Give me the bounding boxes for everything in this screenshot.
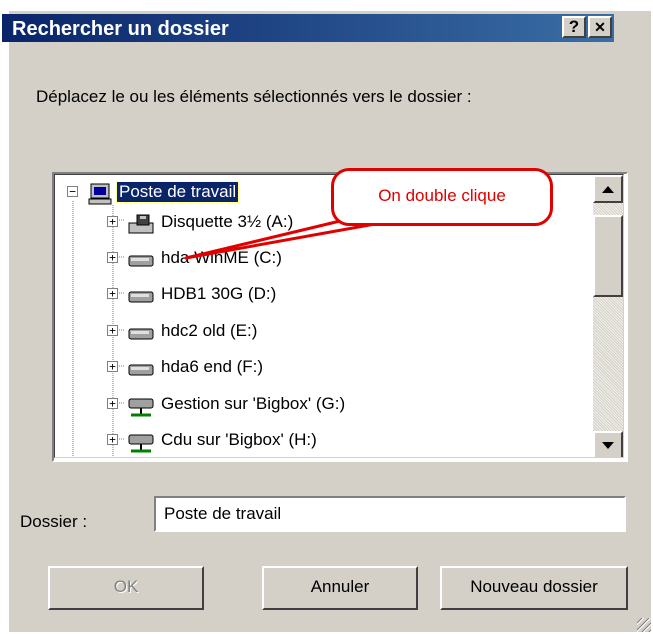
hard-drive-icon (128, 364, 154, 376)
tree-item-label: Poste de travail (115, 181, 240, 203)
expand-icon[interactable]: + (107, 434, 118, 445)
expand-icon[interactable]: + (107, 252, 118, 263)
computer-icon (88, 183, 112, 205)
resize-grip-icon[interactable] (637, 618, 651, 632)
callout-text: On double clique (378, 186, 506, 205)
network-drive-icon (128, 398, 154, 417)
expand-icon[interactable]: + (107, 361, 118, 372)
hard-drive-icon (128, 255, 154, 267)
tree-item[interactable]: + hda6 end (F:) (55, 356, 595, 382)
folder-input[interactable] (154, 496, 626, 532)
tree-item-label: HDB1 30G (D:) (161, 284, 277, 303)
scroll-thumb[interactable] (593, 215, 623, 297)
callout-annotation: On double clique (331, 168, 553, 226)
tree-item[interactable]: + Gestion sur 'Bigbox' (G:) (55, 393, 595, 419)
tree-item-label: hdc2 old (E:) (161, 321, 258, 340)
collapse-icon[interactable]: − (67, 186, 78, 197)
tree-item-label: Cdu sur 'Bigbox' (H:) (161, 430, 317, 449)
hard-drive-icon (128, 328, 154, 340)
hard-drive-icon (128, 291, 154, 303)
tree-item-root[interactable]: − Poste de travail (55, 181, 355, 207)
network-drive-icon (128, 434, 154, 453)
scroll-up-button[interactable] (593, 175, 623, 203)
vertical-scrollbar[interactable] (593, 175, 623, 457)
new-folder-button[interactable]: Nouveau dossier (440, 566, 628, 610)
close-button[interactable]: ✕ (588, 16, 612, 38)
tree-item[interactable]: + hdc2 old (E:) (55, 320, 595, 346)
tree-item-label: Gestion sur 'Bigbox' (G:) (161, 394, 346, 413)
ok-button[interactable]: OK (48, 566, 204, 610)
arrow-up-icon (602, 186, 614, 193)
expand-icon[interactable]: + (107, 288, 118, 299)
folder-label: Dossier : (20, 512, 88, 531)
tree-item[interactable]: + HDB1 30G (D:) (55, 283, 595, 309)
help-button[interactable]: ? (562, 16, 586, 38)
scroll-down-button[interactable] (593, 431, 623, 457)
tree-item[interactable]: + Cdu sur 'Bigbox' (H:) (55, 429, 595, 455)
cancel-button[interactable]: Annuler (262, 566, 418, 610)
floppy-drive-icon (128, 214, 154, 234)
expand-icon[interactable]: + (107, 216, 118, 227)
new-folder-label: Nouveau dossier (470, 577, 598, 596)
tree-item-label: hda6 end (F:) (161, 357, 264, 376)
arrow-down-icon (602, 442, 614, 449)
expand-icon[interactable]: + (107, 325, 118, 336)
instruction-text: Déplacez le ou les éléments sélectionnés… (36, 87, 472, 106)
window-title: Rechercher un dossier (12, 18, 229, 40)
expand-icon[interactable]: + (107, 398, 118, 409)
